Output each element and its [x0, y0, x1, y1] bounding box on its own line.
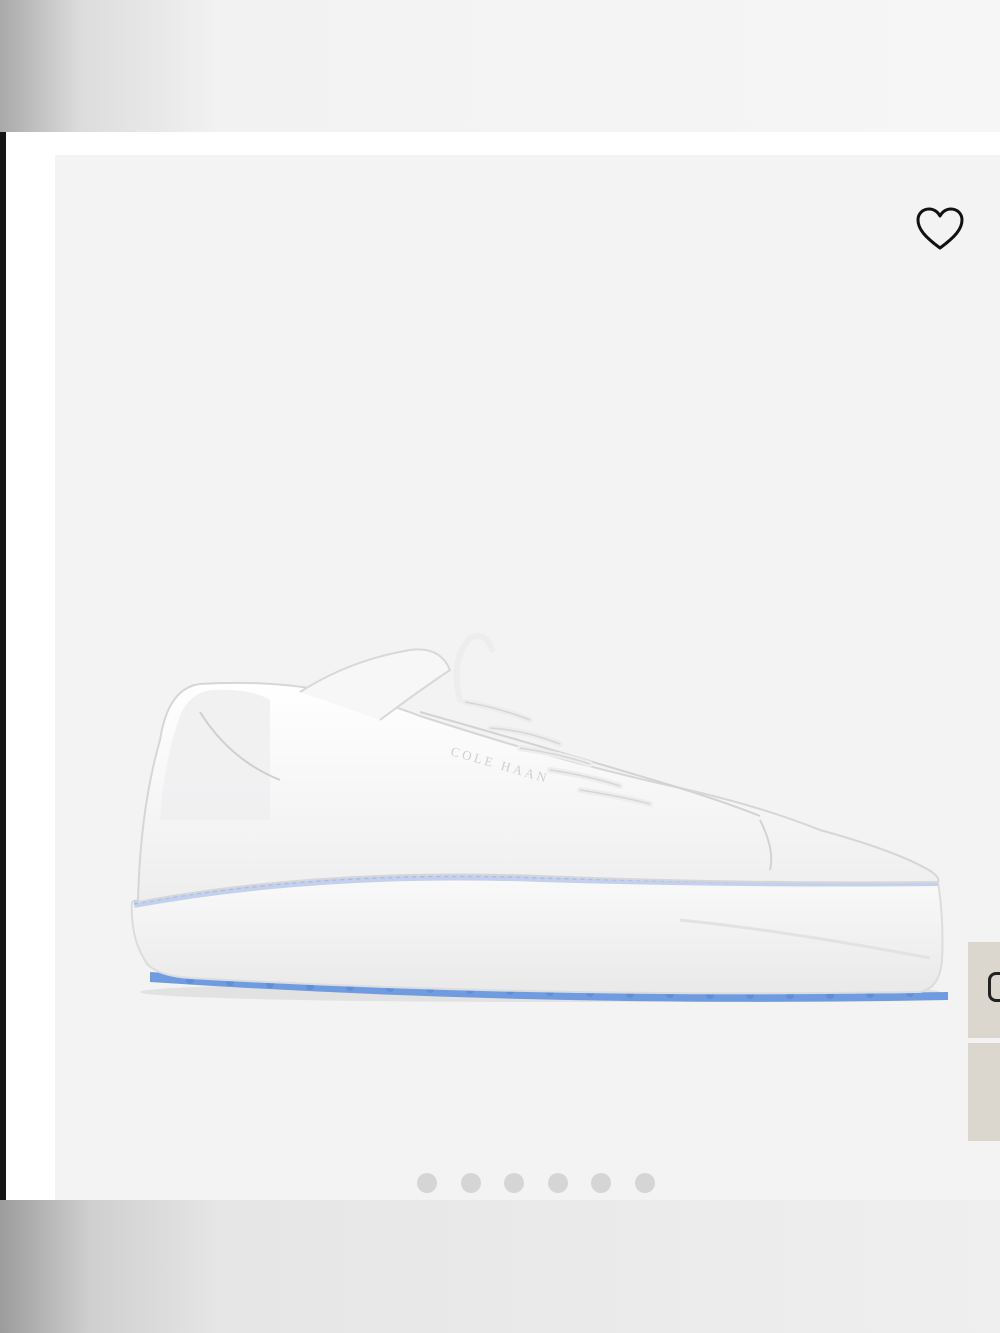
- carousel-dot[interactable]: [547, 1173, 568, 1193]
- chat-icon: [988, 972, 1000, 1002]
- carousel-dot[interactable]: [504, 1173, 524, 1193]
- carousel-dot[interactable]: [417, 1173, 437, 1193]
- carousel-dots: [417, 1173, 655, 1193]
- side-tab-chat[interactable]: [968, 942, 1000, 1038]
- carousel-dot[interactable]: [460, 1173, 481, 1193]
- side-tab-secondary[interactable]: [968, 1043, 1000, 1141]
- carousel-dot[interactable]: [591, 1173, 611, 1193]
- carousel-dot[interactable]: [634, 1173, 655, 1193]
- bottom-blur-band: [0, 1200, 1000, 1333]
- shoe-product-image: COLE HAAN: [130, 632, 948, 1002]
- top-blur-band: [0, 0, 1000, 132]
- product-page: COLE HAAN: [0, 0, 1000, 1333]
- heart-outline-icon: [916, 207, 964, 250]
- wishlist-button[interactable]: [912, 203, 968, 255]
